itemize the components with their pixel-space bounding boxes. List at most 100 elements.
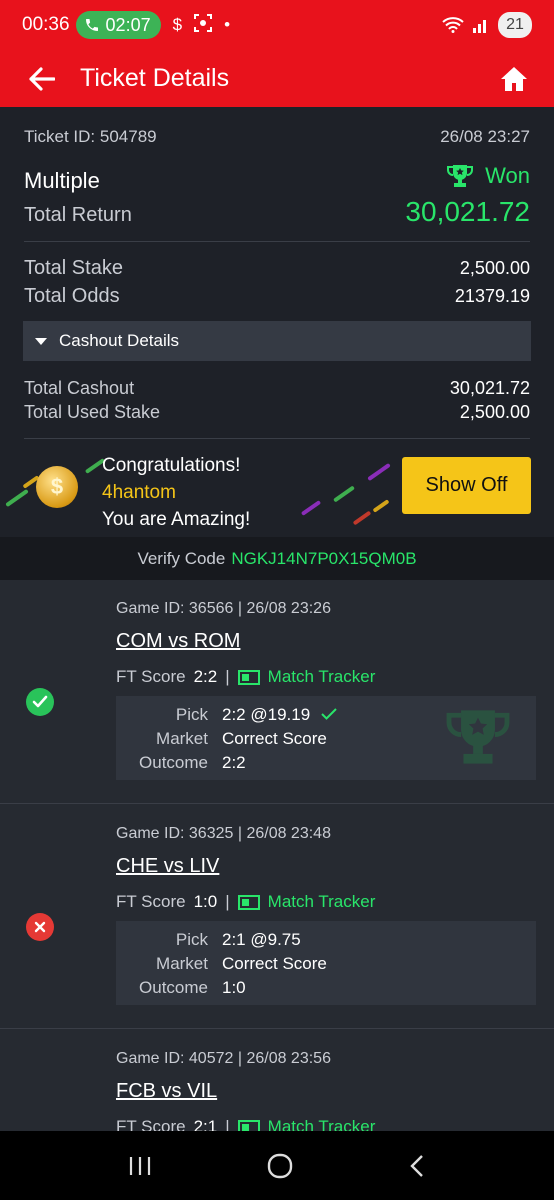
- outcome-label: Outcome: [139, 978, 208, 997]
- coin-icon: $: [36, 466, 78, 508]
- caret-down-icon: [35, 337, 47, 345]
- system-nav-bar: [0, 1131, 554, 1200]
- cashout-details-toggle[interactable]: Cashout Details: [23, 321, 531, 361]
- total-stake-value: 2,500.00: [459, 258, 530, 278]
- verify-code-label: Verify Code: [137, 548, 226, 568]
- call-timer: 02:07: [105, 14, 151, 35]
- total-used-stake-label: Total Used Stake: [24, 402, 161, 422]
- ft-score-label: FT Score: [116, 892, 186, 911]
- congrats-line: You are Amazing!: [102, 509, 251, 530]
- ongoing-call-pill[interactable]: 02:07: [75, 11, 161, 39]
- ft-score-row: FT Score 2:2 | Match Tracker: [116, 667, 375, 687]
- arrow-left-icon: [29, 66, 55, 91]
- total-used-stake-value: 2,500.00: [459, 402, 530, 422]
- game-meta: Game ID: 36325 | 26/08 23:48: [116, 825, 331, 842]
- selections-list: Game ID: 36566 | 26/08 23:26 COM vs ROM …: [0, 580, 554, 1131]
- ticket-id: Ticket ID: 504789: [24, 127, 157, 146]
- trophy-watermark-icon: [446, 710, 510, 764]
- trophy-icon: [447, 165, 474, 187]
- game-teams-link[interactable]: FCB vs VIL: [116, 1080, 217, 1103]
- confetti-streak: [372, 499, 390, 513]
- game-teams-link[interactable]: COM vs ROM: [116, 630, 240, 653]
- confetti-streak: [333, 485, 355, 503]
- outcome-value: 2:2: [222, 753, 246, 772]
- signal-icon: [473, 20, 486, 33]
- result-label: Won: [485, 163, 530, 188]
- ft-score-label: FT Score: [116, 1117, 186, 1131]
- pick-details: Pick 2:1 @9.75 Market Correct Score Outc…: [116, 921, 536, 1005]
- back-nav-button[interactable]: [408, 1154, 426, 1178]
- verify-code-row: Verify Code NGKJ14N7P0X15QM0B: [0, 537, 554, 580]
- notification-dot-icon: •: [224, 15, 231, 34]
- ft-score-label: FT Score: [116, 667, 186, 686]
- pick-label: Pick: [175, 705, 208, 724]
- recent-apps-button[interactable]: [128, 1155, 152, 1177]
- confetti-streak: [352, 510, 372, 526]
- ft-score-value: 2:2: [193, 667, 218, 686]
- match-tracker-icon: [237, 1119, 260, 1131]
- outcome-value: 1:0: [222, 978, 246, 997]
- ft-score-row: FT Score 1:0 | Match Tracker: [116, 892, 375, 912]
- game-meta: Game ID: 40572 | 26/08 23:56: [116, 1050, 331, 1067]
- ticket-date: 26/08 23:27: [440, 127, 530, 146]
- total-return-value: 30,021.72: [405, 196, 530, 227]
- market-label: Market: [156, 954, 208, 973]
- show-off-button[interactable]: Show Off: [402, 457, 531, 514]
- result-badge: Won: [447, 163, 530, 189]
- total-cashout-value: 30,021.72: [449, 378, 530, 398]
- game-meta: Game ID: 36566 | 26/08 23:26: [116, 600, 331, 617]
- total-odds-value: 21379.19: [454, 286, 530, 306]
- ft-score-value: 1:0: [193, 892, 218, 911]
- confetti-streak: [5, 488, 29, 508]
- separator: |: [225, 1117, 230, 1131]
- match-tracker-link[interactable]: Match Tracker: [268, 667, 376, 687]
- back-button[interactable]: [22, 59, 62, 99]
- ft-score-value: 2:1: [193, 1117, 218, 1131]
- app-bar: Ticket Details: [0, 50, 554, 107]
- total-cashout-label: Total Cashout: [24, 378, 135, 398]
- pick-value: 2:1 @9.75: [222, 930, 301, 949]
- home-button[interactable]: [496, 61, 532, 97]
- clock: 00:36: [22, 14, 70, 35]
- separator: |: [225, 667, 230, 686]
- phone-icon: [85, 19, 98, 31]
- confetti-streak: [300, 500, 322, 516]
- congrats-username: 4hantom: [102, 482, 176, 503]
- divider: [24, 241, 530, 242]
- selection-card: Game ID: 40572 | 26/08 23:56 FCB vs VIL …: [0, 1030, 554, 1131]
- separator: |: [225, 892, 230, 911]
- divider: [24, 438, 530, 439]
- market-value: Correct Score: [222, 729, 327, 748]
- match-tracker-link[interactable]: Match Tracker: [268, 1117, 376, 1131]
- check-icon: [26, 688, 54, 716]
- pick-value: 2:2 @19.19: [222, 705, 311, 724]
- match-tracker-link[interactable]: Match Tracker: [268, 892, 376, 912]
- market-value: Correct Score: [222, 954, 327, 973]
- page-title: Ticket Details: [80, 64, 230, 92]
- cross-icon: [26, 913, 54, 941]
- game-teams-link[interactable]: CHE vs LIV: [116, 855, 219, 878]
- outcome-label: Outcome: [139, 753, 208, 772]
- battery-indicator: 21: [498, 12, 532, 38]
- verify-code-value[interactable]: NGKJ14N7P0X15QM0B: [231, 549, 416, 569]
- cashout-details-label: Cashout Details: [59, 331, 180, 350]
- total-return-label: Total Return: [24, 204, 132, 226]
- match-tracker-icon: [237, 894, 260, 910]
- bet-type: Multiple: [24, 168, 100, 193]
- market-label: Market: [156, 729, 208, 748]
- congrats-line: Congratulations!: [102, 455, 241, 476]
- home-nav-button[interactable]: [267, 1153, 293, 1179]
- checkmark-icon: [321, 708, 337, 720]
- selection-card: Game ID: 36566 | 26/08 23:26 COM vs ROM …: [0, 580, 554, 804]
- congrats-banner: $ Congratulations! 4hantom You are Amazi…: [0, 440, 554, 537]
- congrats-text: Congratulations! 4hantom You are Amazing…: [102, 452, 250, 533]
- dollar-app-icon: $: [172, 15, 183, 34]
- confetti-streak: [367, 462, 391, 482]
- selection-card: Game ID: 36325 | 26/08 23:48 CHE vs LIV …: [0, 805, 554, 1029]
- status-bar: 00:36 02:07 $ • 21: [0, 0, 554, 50]
- wifi-icon: [442, 17, 464, 33]
- home-icon: [501, 66, 527, 91]
- total-stake-label: Total Stake: [24, 257, 123, 279]
- total-odds-label: Total Odds: [24, 285, 120, 307]
- screenshot-icon: [194, 13, 213, 37]
